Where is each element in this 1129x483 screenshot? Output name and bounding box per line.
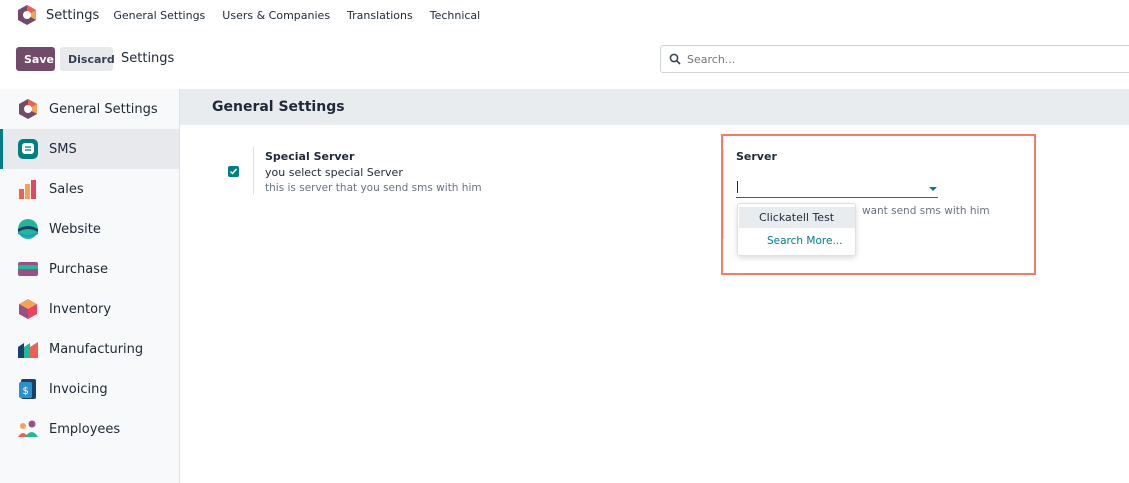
sidebar-item-invoicing[interactable]: $ Invoicing	[0, 369, 179, 409]
checkmark-icon	[229, 168, 238, 175]
svg-text:$: $	[23, 386, 29, 397]
server-many2one-input[interactable]	[736, 179, 938, 198]
sidebar-item-label: Inventory	[49, 301, 112, 317]
sms-app-icon	[18, 139, 38, 159]
setting-divider	[253, 147, 254, 195]
sidebar-item-label: Invoicing	[49, 381, 108, 397]
control-panel: Save Discard Settings	[0, 42, 1129, 76]
menu-translations[interactable]: Translations	[347, 9, 413, 22]
sidebar-item-website[interactable]: Website	[0, 209, 179, 249]
sidebar-item-label: Purchase	[49, 261, 109, 277]
dropdown-option[interactable]: Clickatell Test	[739, 207, 855, 228]
sidebar-item-label: Sales	[49, 181, 84, 197]
sidebar-item-purchase[interactable]: Purchase	[0, 249, 179, 289]
chevron-down-icon[interactable]	[929, 187, 937, 191]
special-server-value: you select special Server	[265, 166, 403, 179]
special-server-checkbox[interactable]	[228, 166, 239, 177]
menu-users-companies[interactable]: Users & Companies	[222, 9, 330, 22]
sidebar-item-general-settings[interactable]: General Settings	[0, 89, 179, 129]
search-input[interactable]	[687, 52, 1087, 66]
sidebar-item-label: Employees	[49, 421, 121, 437]
save-button[interactable]: Save	[16, 47, 55, 71]
discard-button[interactable]: Discard	[60, 47, 115, 71]
invoicing-app-icon: $	[19, 379, 36, 399]
text-cursor	[737, 181, 738, 193]
breadcrumb: Settings	[121, 51, 175, 66]
manufacturing-app-icon	[18, 342, 38, 358]
sidebar-item-label: Website	[49, 221, 101, 237]
sales-app-icon	[19, 180, 36, 199]
app-title[interactable]: Settings	[46, 8, 99, 23]
settings-sidebar: General Settings SMS Sales Website Purch…	[0, 89, 180, 483]
sidebar-item-manufacturing[interactable]: Manufacturing	[0, 329, 179, 369]
menu-general-settings[interactable]: General Settings	[113, 9, 205, 22]
website-app-icon	[18, 219, 38, 239]
search-more-link[interactable]: Search More...	[767, 234, 842, 248]
special-server-title: Special Server	[265, 150, 355, 163]
setting-divider	[723, 149, 724, 239]
server-label: Server	[736, 150, 777, 163]
employees-app-icon	[18, 420, 38, 437]
sidebar-item-sms[interactable]: SMS	[0, 129, 179, 169]
server-autocomplete-dropdown: Clickatell Test Search More...	[737, 203, 856, 256]
search-box[interactable]	[660, 45, 1129, 73]
sidebar-item-sales[interactable]: Sales	[0, 169, 179, 209]
sidebar-item-label: Manufacturing	[49, 341, 144, 357]
special-server-help: this is server that you send sms with hi…	[265, 182, 482, 194]
top-navbar: Settings General Settings Users & Compan…	[0, 0, 1129, 30]
sidebar-item-inventory[interactable]: Inventory	[0, 289, 179, 329]
section-title: General Settings	[180, 89, 1129, 125]
sidebar-item-employees[interactable]: Employees	[0, 409, 179, 449]
settings-logo-icon[interactable]	[16, 4, 38, 26]
purchase-app-icon	[18, 262, 38, 276]
search-icon	[669, 53, 681, 65]
inventory-app-icon	[19, 299, 37, 319]
settings-app-icon	[19, 99, 37, 119]
menu-technical[interactable]: Technical	[430, 9, 481, 22]
settings-main: General Settings Special Server you sele…	[180, 89, 1129, 483]
sidebar-item-label: General Settings	[49, 101, 158, 117]
sidebar-item-label: SMS	[49, 141, 77, 157]
